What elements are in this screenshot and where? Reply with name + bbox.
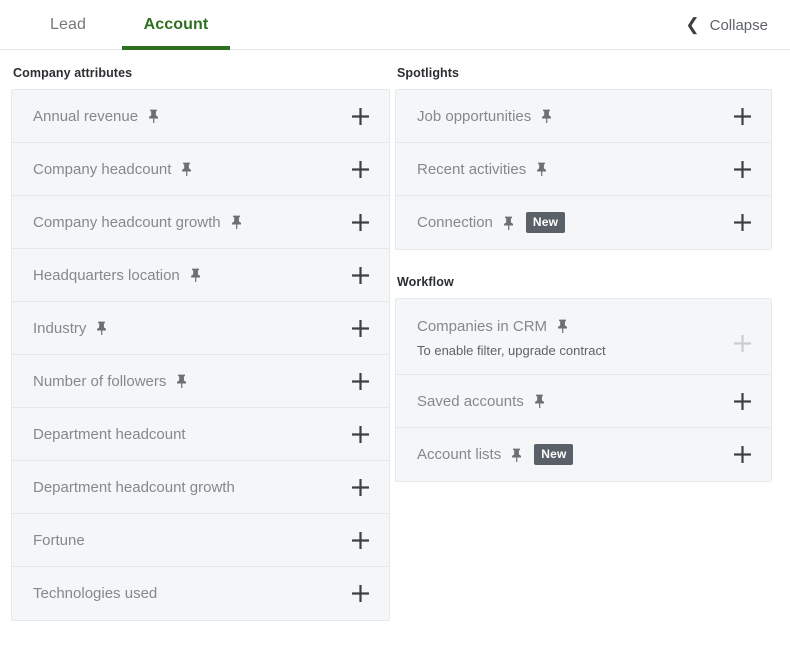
list-item-label: Companies in CRM: [417, 317, 548, 335]
list-item-label: Job opportunities: [417, 107, 532, 125]
list-item-main: Job opportunities: [417, 108, 753, 125]
list-item-main: Fortune: [33, 532, 371, 549]
new-badge: New: [534, 444, 574, 465]
add-plus-icon[interactable]: [349, 529, 371, 551]
list-item-label: Industry: [33, 319, 87, 337]
list-item-main: Department headcount growth: [33, 479, 371, 496]
collapse-button[interactable]: ❮ Collapse: [685, 0, 768, 50]
list-item[interactable]: Fortune: [12, 514, 389, 567]
add-plus-icon[interactable]: [349, 211, 371, 233]
list-item-main: Number of followers: [33, 373, 371, 390]
add-plus-icon[interactable]: [731, 390, 753, 412]
panel-header: Lead Account ❮ Collapse: [0, 0, 790, 50]
pin-icon: [175, 374, 188, 388]
list-item-label: Company headcount growth: [33, 213, 221, 231]
section-card-workflow: Companies in CRM To enable filter, upgrad…: [395, 298, 772, 482]
list-item-main: Recent activities: [417, 161, 753, 178]
list-item-main: Technologies used: [33, 585, 371, 602]
tab-account-label: Account: [143, 15, 209, 33]
list-item-main: Companies in CRM: [417, 318, 753, 335]
add-plus-icon[interactable]: [731, 105, 753, 127]
pin-icon: [502, 216, 515, 230]
list-item-label: Fortune: [33, 531, 85, 549]
list-item: Companies in CRM To enable filter, upgrad…: [396, 299, 771, 375]
list-item-main: Department headcount: [33, 426, 371, 443]
add-plus-icon[interactable]: [349, 264, 371, 286]
list-item[interactable]: Company headcount growth: [12, 196, 389, 249]
add-plus-icon[interactable]: [731, 444, 753, 466]
pin-icon: [189, 268, 202, 282]
list-item[interactable]: Headquarters location: [12, 249, 389, 302]
add-plus-icon[interactable]: [731, 158, 753, 180]
pin-icon: [147, 109, 160, 123]
pin-icon: [230, 215, 243, 229]
list-item-main: Saved accounts: [417, 393, 753, 410]
list-item[interactable]: Saved accounts: [396, 375, 771, 428]
list-item-label: Saved accounts: [417, 392, 524, 410]
add-plus-icon[interactable]: [349, 158, 371, 180]
section-card-spotlights: Job opportunities Recent activities Connec…: [395, 89, 772, 250]
tab-bar: Lead Account: [0, 0, 230, 50]
list-item-main: Account lists New: [417, 444, 753, 465]
list-item-main: Connection New: [417, 212, 753, 233]
pin-icon: [533, 394, 546, 408]
list-item-label: Recent activities: [417, 160, 527, 178]
list-item[interactable]: Annual revenue: [12, 90, 389, 143]
list-item[interactable]: Recent activities: [396, 143, 771, 196]
add-plus-icon[interactable]: [349, 105, 371, 127]
tab-account[interactable]: Account: [122, 0, 230, 50]
list-item[interactable]: Account lists New: [396, 428, 771, 481]
list-item[interactable]: Department headcount: [12, 408, 389, 461]
add-plus-icon[interactable]: [349, 423, 371, 445]
list-item-label: Department headcount growth: [33, 478, 235, 496]
right-column: Spotlights Job opportunities Recent activi…: [390, 50, 780, 621]
pin-icon: [556, 319, 569, 333]
section-title-spotlights: Spotlights: [397, 66, 460, 80]
chevron-left-icon: ❮: [685, 14, 700, 34]
list-item-label: Department headcount: [33, 425, 186, 443]
add-plus-icon: [731, 332, 753, 354]
pin-icon: [95, 321, 108, 335]
list-item[interactable]: Company headcount: [12, 143, 389, 196]
section-title-company-attributes: Company attributes: [13, 66, 133, 80]
list-item[interactable]: Technologies used: [12, 567, 389, 620]
list-item-main: Industry: [33, 320, 371, 337]
list-item-label: Headquarters location: [33, 266, 180, 284]
panel-content: Company attributes Annual revenue Company …: [0, 50, 790, 621]
add-plus-icon[interactable]: [349, 370, 371, 392]
pin-icon: [540, 109, 553, 123]
list-item-main: Company headcount growth: [33, 214, 371, 231]
list-item-label: Technologies used: [33, 585, 158, 602]
add-plus-icon[interactable]: [349, 476, 371, 498]
list-item-label: Account lists: [417, 446, 502, 463]
list-item-subtext: To enable filter, upgrade contract: [417, 342, 606, 358]
pin-icon: [180, 162, 193, 176]
new-badge: New: [525, 212, 566, 233]
list-item[interactable]: Department headcount growth: [12, 461, 389, 514]
list-item[interactable]: Job opportunities: [396, 90, 771, 143]
add-plus-icon[interactable]: [731, 212, 753, 234]
section-card-company-attributes: Annual revenue Company headcount Company h…: [11, 89, 390, 621]
list-item-label: Connection: [417, 214, 493, 231]
tab-lead-label: Lead: [50, 15, 86, 33]
add-plus-icon[interactable]: [349, 317, 371, 339]
list-item[interactable]: Connection New: [396, 196, 771, 249]
add-plus-icon[interactable]: [349, 583, 371, 605]
list-item-main: Annual revenue: [33, 108, 371, 125]
list-item-main: Company headcount: [33, 161, 371, 178]
collapse-label: Collapse: [709, 16, 768, 34]
section-title-workflow: Workflow: [397, 275, 454, 289]
tab-lead[interactable]: Lead: [14, 0, 122, 49]
list-item[interactable]: Number of followers: [12, 355, 389, 408]
pin-icon: [510, 448, 523, 462]
list-item-label: Annual revenue: [33, 107, 139, 125]
list-item[interactable]: Industry: [12, 302, 389, 355]
pin-icon: [535, 162, 548, 176]
list-item-label: Number of followers: [33, 372, 167, 390]
list-item-main: Headquarters location: [33, 267, 371, 284]
list-item-label: Company headcount: [33, 160, 172, 178]
left-column: Company attributes Annual revenue Company …: [0, 50, 390, 621]
